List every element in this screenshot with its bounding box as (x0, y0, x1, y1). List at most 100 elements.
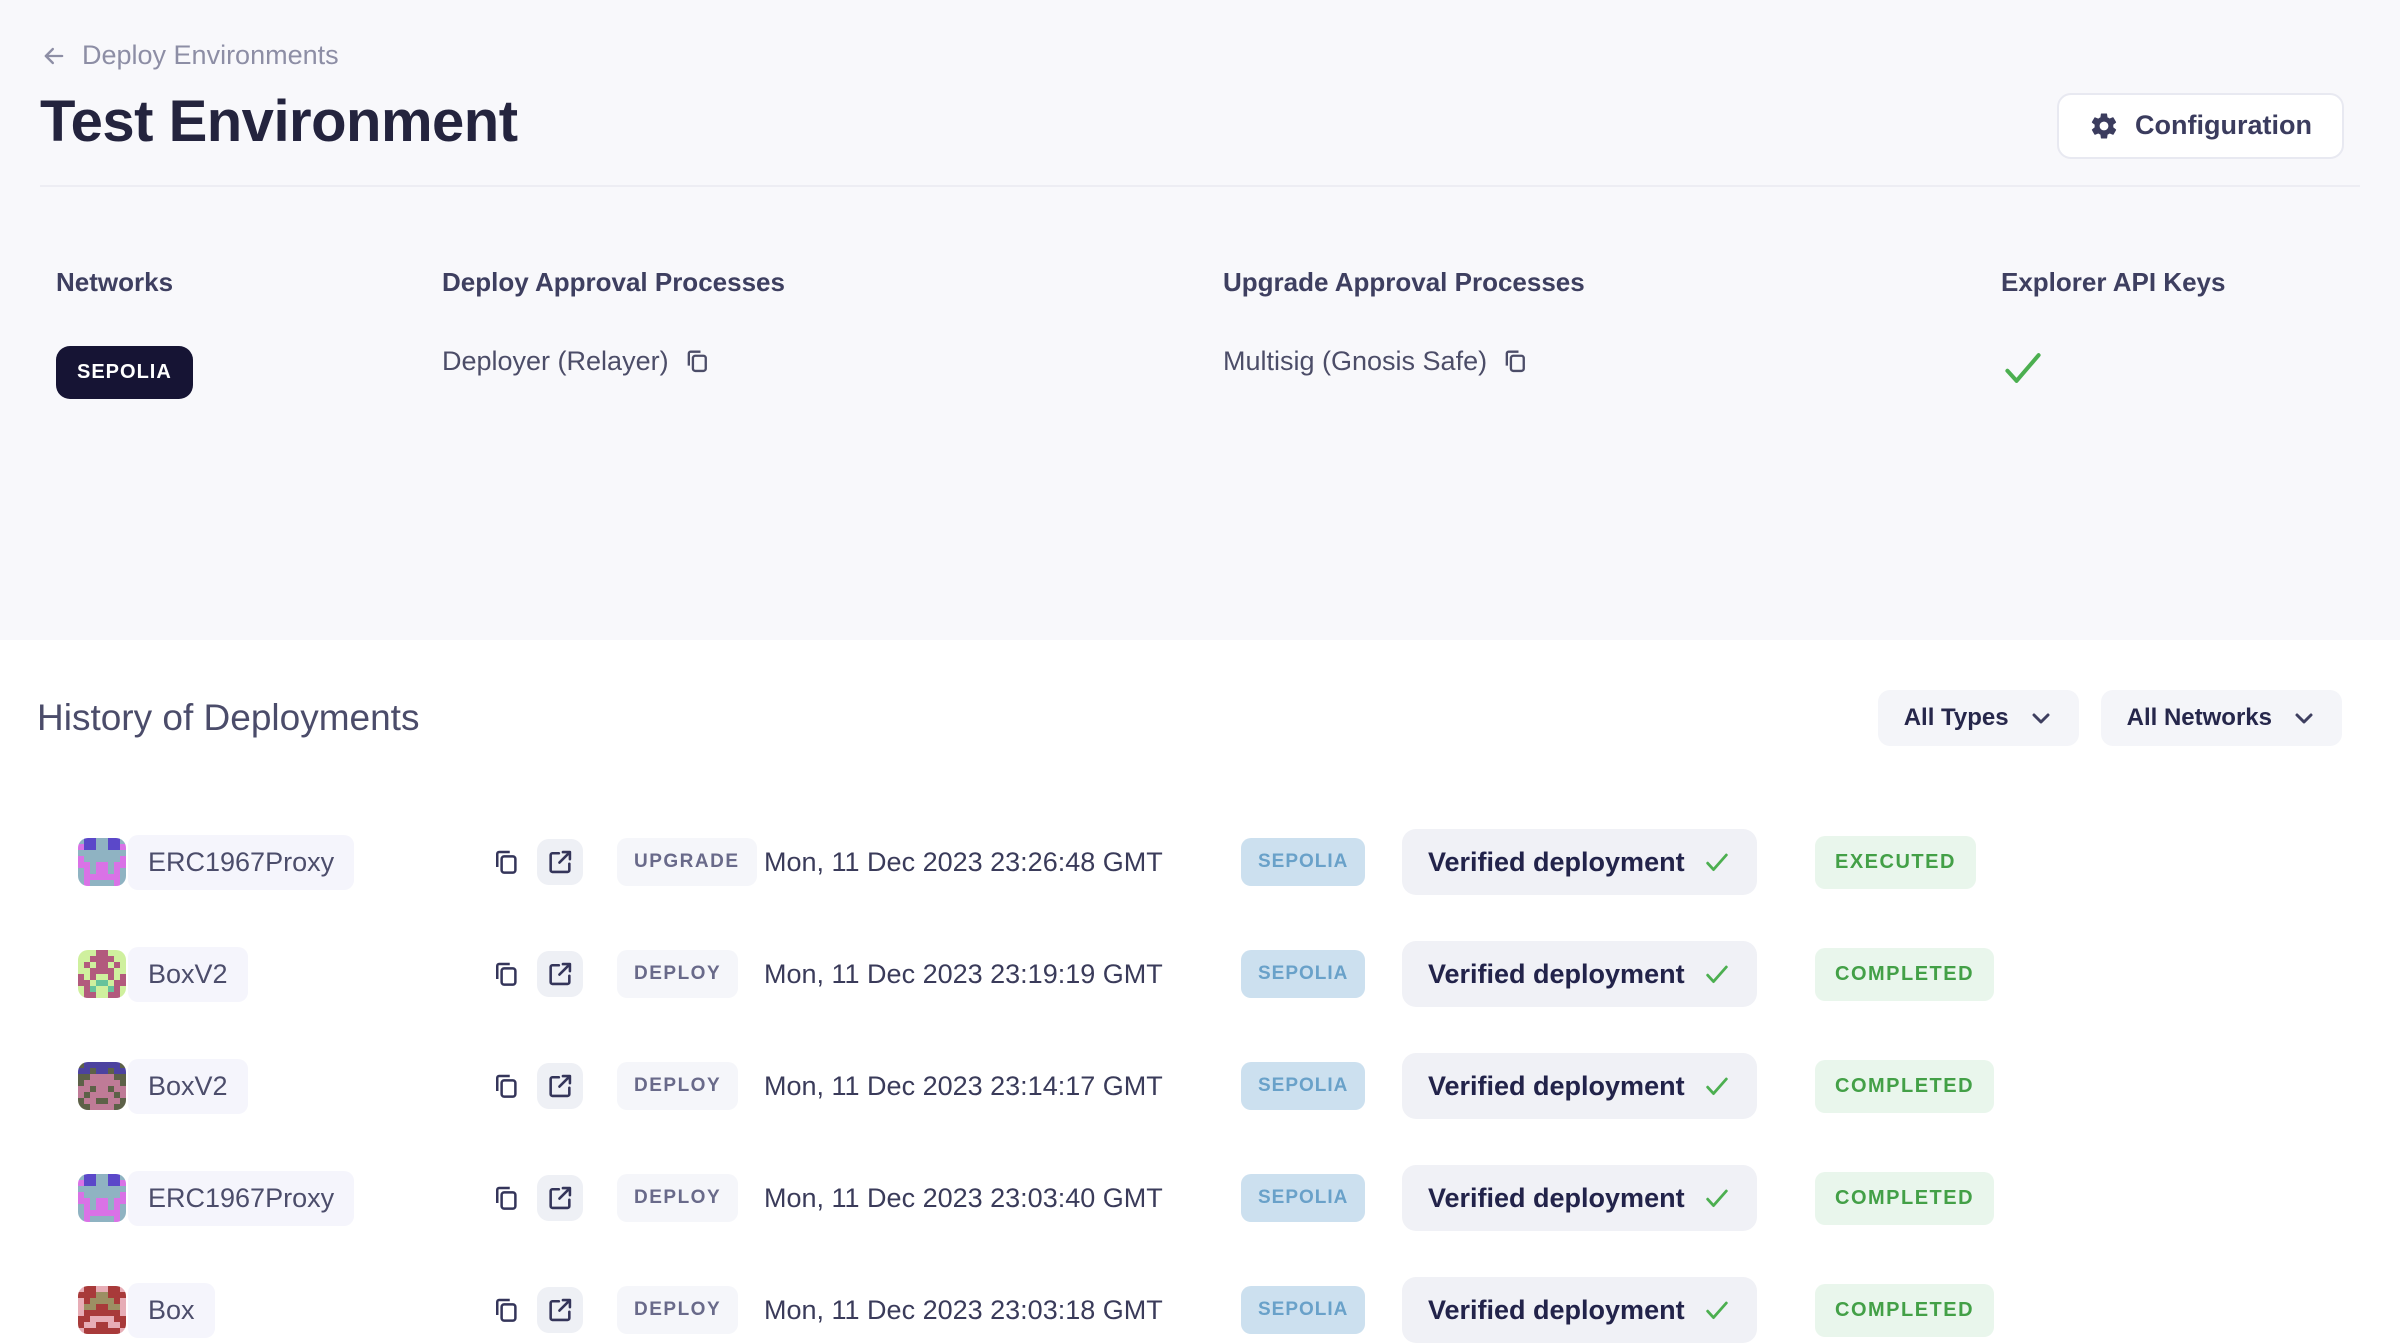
copy-upgrade-approval-button[interactable] (1501, 347, 1529, 375)
external-link-icon (546, 1296, 574, 1324)
deployment-date: Mon, 11 Dec 2023 23:03:40 GMT (764, 1183, 1163, 1214)
copy-icon (491, 959, 521, 989)
execution-status-badge: EXECUTED (1815, 836, 1976, 889)
chevron-down-icon (2029, 706, 2053, 730)
environment-overview-section: Deploy Environments Test Environment Con… (0, 0, 2400, 640)
deployment-row: ERC1967Proxy DEPLOY Mon, 11 Dec 2023 23:… (78, 1142, 2342, 1254)
history-title: History of Deployments (37, 697, 419, 739)
execution-status-badge: COMPLETED (1815, 1284, 1994, 1337)
types-filter-dropdown[interactable]: All Types (1878, 690, 2079, 746)
configuration-button-label: Configuration (2135, 110, 2312, 141)
contract-name[interactable]: Box (128, 1283, 215, 1338)
deploy-approval-column-header: Deploy Approval Processes (442, 267, 1223, 298)
history-section: History of Deployments All Types All Net… (0, 640, 2400, 1344)
upgrade-approval-column-header: Upgrade Approval Processes (1223, 267, 2001, 298)
deployment-type-badge: DEPLOY (617, 1174, 738, 1222)
networks-filter-value: All Networks (2127, 704, 2272, 732)
back-to-deploy-environments-link[interactable]: Deploy Environments (40, 40, 339, 71)
network-badge-sepolia: SEPOLIA (56, 346, 193, 399)
contract-name[interactable]: ERC1967Proxy (128, 835, 354, 890)
verification-status-label: Verified deployment (1428, 1071, 1685, 1102)
chevron-down-icon (2292, 706, 2316, 730)
copy-icon (491, 1183, 521, 1213)
copy-icon (683, 347, 711, 375)
external-link-button[interactable] (537, 951, 583, 997)
network-badge: SEPOLIA (1241, 950, 1365, 998)
gear-icon (2089, 111, 2119, 141)
check-icon (1703, 1296, 1731, 1324)
header-divider (40, 185, 2360, 187)
check-icon (1703, 960, 1731, 988)
verification-status-pill: Verified deployment (1402, 1277, 1757, 1343)
networks-filter-dropdown[interactable]: All Networks (2101, 690, 2342, 746)
verification-status-label: Verified deployment (1428, 1183, 1685, 1214)
network-badge: SEPOLIA (1241, 1174, 1365, 1222)
copy-icon (1501, 347, 1529, 375)
breadcrumb-label: Deploy Environments (82, 40, 339, 71)
verification-status-pill: Verified deployment (1402, 829, 1757, 895)
check-icon (2001, 346, 2045, 390)
external-link-icon (546, 1184, 574, 1212)
types-filter-value: All Types (1904, 704, 2009, 732)
check-icon (1703, 1184, 1731, 1212)
network-badge: SEPOLIA (1241, 1062, 1365, 1110)
contract-avatar (78, 1062, 126, 1110)
deploy-approval-value: Deployer (Relayer) (442, 346, 669, 377)
explorer-api-keys-column-header: Explorer API Keys (2001, 267, 2344, 298)
verification-status-pill: Verified deployment (1402, 941, 1757, 1007)
deployment-date: Mon, 11 Dec 2023 23:26:48 GMT (764, 847, 1163, 878)
external-link-icon (546, 960, 574, 988)
copy-deploy-approval-button[interactable] (683, 347, 711, 375)
deployment-row: BoxV2 DEPLOY Mon, 11 Dec 2023 23:19:19 G… (78, 918, 2342, 1030)
execution-status-badge: COMPLETED (1815, 1172, 1994, 1225)
verification-status-pill: Verified deployment (1402, 1165, 1757, 1231)
external-link-button[interactable] (537, 1175, 583, 1221)
copy-address-button[interactable] (483, 1063, 529, 1109)
copy-address-button[interactable] (483, 951, 529, 997)
configuration-button[interactable]: Configuration (2057, 93, 2344, 159)
deployment-type-badge: UPGRADE (617, 838, 757, 886)
copy-address-button[interactable] (483, 839, 529, 885)
copy-icon (491, 847, 521, 877)
copy-icon (491, 1071, 521, 1101)
deployment-row: ERC1967Proxy UPGRADE Mon, 11 Dec 2023 23… (78, 806, 2342, 918)
execution-status-badge: COMPLETED (1815, 948, 1994, 1001)
page-title: Test Environment (40, 89, 518, 156)
contract-avatar (78, 1286, 126, 1334)
copy-address-button[interactable] (483, 1175, 529, 1221)
execution-status-badge: COMPLETED (1815, 1060, 1994, 1113)
verification-status-label: Verified deployment (1428, 959, 1685, 990)
contract-name[interactable]: BoxV2 (128, 947, 248, 1002)
deployment-type-badge: DEPLOY (617, 1062, 738, 1110)
back-arrow-icon (40, 42, 68, 70)
external-link-button[interactable] (537, 1063, 583, 1109)
copy-address-button[interactable] (483, 1287, 529, 1333)
verification-status-label: Verified deployment (1428, 847, 1685, 878)
verification-status-label: Verified deployment (1428, 1295, 1685, 1326)
contract-avatar (78, 950, 126, 998)
contract-avatar (78, 1174, 126, 1222)
networks-column-header: Networks (56, 267, 442, 298)
network-badge: SEPOLIA (1241, 838, 1365, 886)
deployment-type-badge: DEPLOY (617, 1286, 738, 1334)
external-link-icon (546, 1072, 574, 1100)
deployment-type-badge: DEPLOY (617, 950, 738, 998)
upgrade-approval-value: Multisig (Gnosis Safe) (1223, 346, 1487, 377)
external-link-button[interactable] (537, 1287, 583, 1333)
copy-icon (491, 1295, 521, 1325)
deployment-date: Mon, 11 Dec 2023 23:19:19 GMT (764, 959, 1163, 990)
verification-status-pill: Verified deployment (1402, 1053, 1757, 1119)
external-link-button[interactable] (537, 839, 583, 885)
check-icon (1703, 848, 1731, 876)
deployment-row: Box DEPLOY Mon, 11 Dec 2023 23:03:18 GMT… (78, 1254, 2342, 1344)
deployment-date: Mon, 11 Dec 2023 23:03:18 GMT (764, 1295, 1163, 1326)
deployment-row: BoxV2 DEPLOY Mon, 11 Dec 2023 23:14:17 G… (78, 1030, 2342, 1142)
contract-avatar (78, 838, 126, 886)
network-badge: SEPOLIA (1241, 1286, 1365, 1334)
check-icon (1703, 1072, 1731, 1100)
contract-name[interactable]: BoxV2 (128, 1059, 248, 1114)
deployment-date: Mon, 11 Dec 2023 23:14:17 GMT (764, 1071, 1163, 1102)
external-link-icon (546, 848, 574, 876)
breadcrumb: Deploy Environments (0, 0, 2400, 75)
contract-name[interactable]: ERC1967Proxy (128, 1171, 354, 1226)
